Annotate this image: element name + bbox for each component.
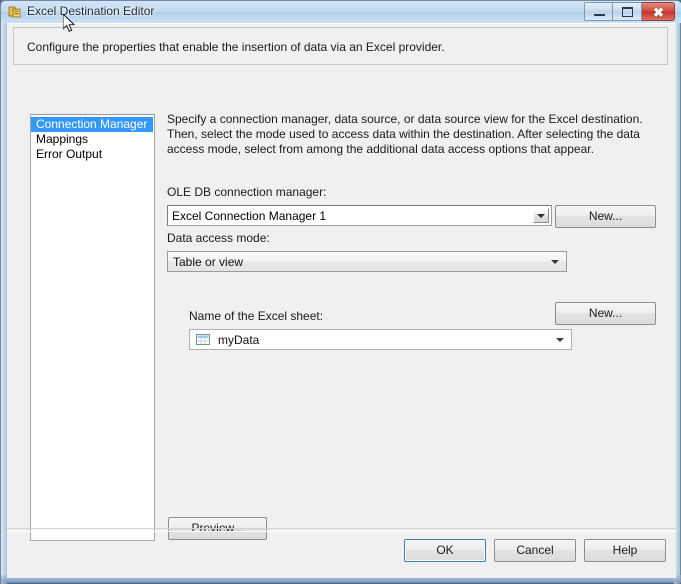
sidebar-item-mappings[interactable]: Mappings <box>31 132 154 147</box>
excel-sheet-value: myData <box>218 333 260 347</box>
sidebar-item-label: Mappings <box>36 132 89 146</box>
data-access-mode-label: Data access mode: <box>167 231 270 245</box>
header-instruction: Configure the properties that enable the… <box>27 40 445 54</box>
data-access-mode-value: Table or view <box>173 255 244 269</box>
chevron-down-icon <box>551 260 559 264</box>
chevron-down-icon <box>556 338 564 342</box>
sidebar-item-error-output[interactable]: Error Output <box>31 147 154 162</box>
new-connection-manager-label: New... <box>588 209 623 223</box>
sidebar-item-connection-manager[interactable]: Connection Manager <box>31 117 153 132</box>
page-navigation-list[interactable]: Connection Manager Mappings Error Output <box>30 114 155 541</box>
data-access-mode-combobox[interactable]: Table or view <box>167 251 567 272</box>
worksheet-table-icon <box>196 334 210 345</box>
window-title: Excel Destination Editor <box>27 4 155 18</box>
excel-destination-icon <box>8 6 21 18</box>
help-button-label: Help <box>612 543 638 557</box>
new-excel-sheet-button[interactable]: New... <box>555 302 656 325</box>
minimize-icon <box>594 14 605 16</box>
title-bar[interactable]: Excel Destination Editor ✖ <box>1 1 681 23</box>
cancel-button[interactable]: Cancel <box>494 539 576 562</box>
chevron-down-icon <box>537 214 545 218</box>
cancel-button-label: Cancel <box>516 543 554 557</box>
new-connection-manager-button[interactable]: New... <box>555 205 656 228</box>
footer-separator <box>7 528 676 532</box>
header-panel: Configure the properties that enable the… <box>13 27 668 65</box>
new-excel-sheet-label: New... <box>588 306 623 320</box>
connection-manager-label: OLE DB connection manager: <box>167 185 327 199</box>
minimize-button[interactable] <box>584 2 613 21</box>
sidebar-item-label: Error Output <box>36 147 103 161</box>
excel-sheet-combobox[interactable]: myData <box>189 329 572 350</box>
dialog-client-area: Configure the properties that enable the… <box>7 23 676 578</box>
excel-sheet-label: Name of the Excel sheet: <box>189 309 324 323</box>
window-frame: Excel Destination Editor ✖ Configure the… <box>0 0 681 584</box>
maximize-button[interactable] <box>613 2 642 21</box>
ok-button-label: OK <box>436 543 454 557</box>
help-button[interactable]: Help <box>584 539 666 562</box>
connection-manager-value: Excel Connection Manager 1 <box>172 209 327 223</box>
page-description: Specify a connection manager, data sourc… <box>167 112 643 156</box>
sidebar-item-label: Connection Manager <box>36 117 148 131</box>
close-button[interactable]: ✖ <box>642 2 675 21</box>
close-icon: ✖ <box>653 5 664 20</box>
maximize-icon <box>622 7 633 17</box>
connection-manager-combobox[interactable]: Excel Connection Manager 1 <box>167 205 552 226</box>
connection-manager-dropdown-button[interactable] <box>533 208 549 223</box>
ok-button[interactable]: OK <box>404 539 486 562</box>
